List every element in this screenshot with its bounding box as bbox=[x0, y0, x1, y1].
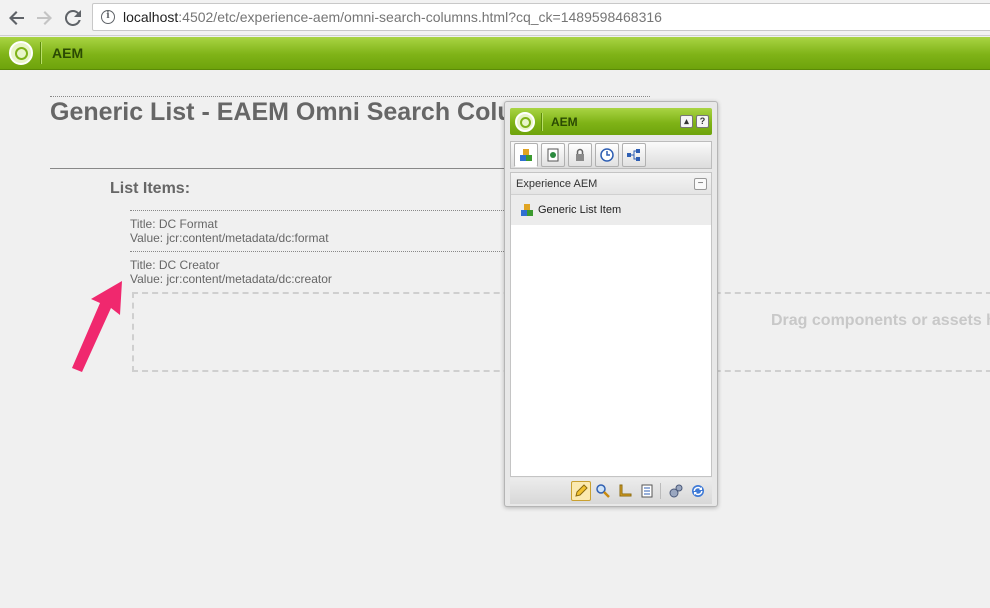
component-label: Generic List Item bbox=[538, 204, 622, 216]
forward-arrow-icon[interactable] bbox=[33, 7, 55, 29]
sidekick-mode-toolbar bbox=[510, 478, 712, 504]
info-icon[interactable]: i bbox=[101, 10, 115, 24]
address-bar[interactable]: i localhost:4502/etc/experience-aem/omni… bbox=[92, 3, 990, 31]
component-item[interactable]: Generic List Item bbox=[511, 195, 711, 225]
list-item-title: Title: DC Format bbox=[130, 217, 218, 231]
aem-title: AEM bbox=[52, 45, 84, 61]
sidekick-header[interactable]: AEM ▴ ? bbox=[510, 108, 712, 135]
list-item-title: Title: DC Creator bbox=[130, 258, 220, 272]
pencil-icon bbox=[575, 484, 588, 497]
refresh-button[interactable] bbox=[688, 481, 708, 501]
divider bbox=[50, 168, 510, 169]
help-button[interactable]: ? bbox=[696, 115, 709, 128]
sidekick-header-divider bbox=[541, 112, 542, 131]
tab-page[interactable] bbox=[541, 143, 565, 167]
header-divider bbox=[40, 42, 41, 64]
ruler-icon bbox=[619, 484, 632, 497]
page-properties-button[interactable] bbox=[637, 481, 657, 501]
browser-toolbar: i localhost:4502/etc/experience-aem/omni… bbox=[0, 0, 990, 36]
page-title: Generic List - EAEM Omni Search Columns bbox=[50, 98, 510, 126]
component-group-header[interactable]: Experience AEM − bbox=[511, 173, 711, 195]
aem-logo-icon[interactable] bbox=[9, 41, 33, 65]
design-mode-button[interactable] bbox=[615, 481, 635, 501]
annotation-arrow-icon bbox=[72, 281, 122, 372]
sidekick-panel[interactable]: AEM ▴ ? Experience AEM − Generic List It… bbox=[504, 101, 718, 507]
title-rule bbox=[50, 96, 650, 97]
aem-header-bar: AEM bbox=[0, 37, 990, 70]
collapse-group-button[interactable]: − bbox=[694, 177, 707, 190]
tab-components[interactable] bbox=[514, 143, 538, 167]
document-icon bbox=[641, 484, 653, 498]
refresh-icon bbox=[692, 485, 704, 497]
tab-information[interactable] bbox=[568, 143, 592, 167]
component-icon bbox=[521, 204, 533, 216]
collapse-sidekick-button[interactable]: ▴ bbox=[680, 115, 693, 128]
page-icon bbox=[547, 148, 559, 162]
list-item-value: Value: jcr:content/metadata/dc:creator bbox=[130, 272, 332, 286]
magnifier-icon bbox=[596, 484, 610, 498]
preview-mode-button[interactable] bbox=[593, 481, 613, 501]
clock-icon bbox=[600, 148, 614, 162]
component-group-label: Experience AEM bbox=[516, 177, 598, 190]
url-host: localhost bbox=[123, 9, 179, 25]
edit-mode-button[interactable] bbox=[571, 481, 591, 501]
list-item-value: Value: jcr:content/metadata/dc:format bbox=[130, 231, 329, 245]
gears-icon bbox=[669, 484, 683, 498]
workflow-icon bbox=[627, 149, 640, 161]
list-heading: List Items: bbox=[110, 180, 191, 197]
drop-zone-hint: Drag components or assets here bbox=[771, 312, 990, 329]
sidekick-components-list: Experience AEM − Generic List Item bbox=[510, 172, 712, 477]
settings-button[interactable] bbox=[666, 481, 686, 501]
sidekick-logo-icon bbox=[515, 111, 535, 132]
lock-icon bbox=[576, 148, 584, 161]
url-path: :4502/etc/experience-aem/omni-search-col… bbox=[178, 9, 662, 25]
reload-icon[interactable] bbox=[62, 7, 84, 29]
sidekick-tabs bbox=[510, 141, 712, 169]
back-arrow-icon[interactable] bbox=[6, 7, 28, 29]
components-icon bbox=[520, 149, 532, 161]
list-item[interactable]: Title: DC Creator Value: jcr:content/met… bbox=[130, 251, 510, 286]
list-item[interactable]: Title: DC Format Value: jcr:content/meta… bbox=[130, 210, 510, 245]
tab-workflow[interactable] bbox=[622, 143, 646, 167]
tab-versioning[interactable] bbox=[595, 143, 619, 167]
toolbar-divider bbox=[660, 483, 661, 499]
sidekick-title: AEM bbox=[551, 114, 578, 129]
